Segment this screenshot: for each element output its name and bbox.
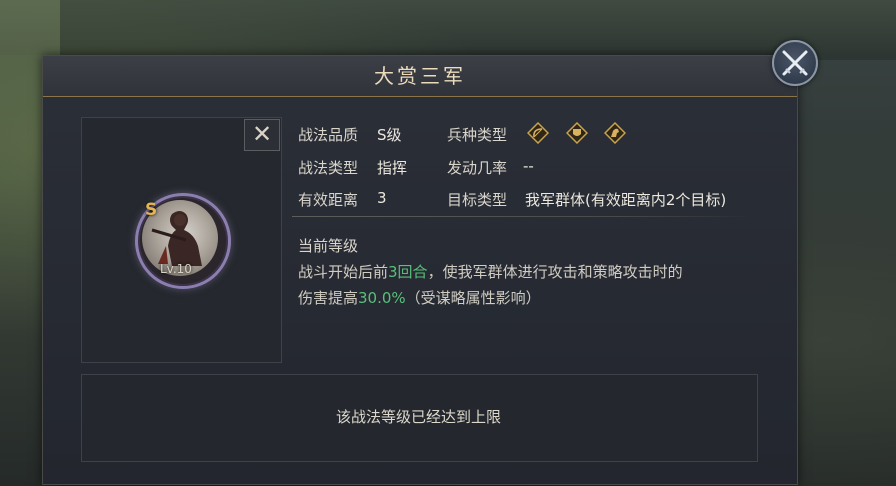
desc-text-3: 伤害提高 [298,289,359,307]
bow-icon [526,121,550,145]
shield-icon [565,121,589,145]
background-top [0,0,896,55]
range-value: 3 [377,189,387,207]
desc-highlight-percent: 30.0% [358,289,406,307]
background-right [796,60,896,480]
current-level-label: 当前等级 [298,237,359,255]
title-bar: 大赏三军 [43,56,797,97]
desc-text-4: （受谋略属性影响） [405,289,541,307]
quality-value: S级 [377,126,402,144]
divider [292,216,754,217]
troop-type-label: 兵种类型 [447,126,508,144]
range-label: 有效距离 [298,191,359,209]
target-type-value: 我军群体(有效距离内2个目标) [525,191,727,209]
close-dialog-button[interactable] [772,40,818,86]
close-icon[interactable]: ✕ [244,119,280,151]
dialog-title: 大赏三军 [374,64,466,88]
trigger-rate-label: 发动几率 [447,159,508,177]
trigger-rate-value: -- [523,157,534,175]
tactic-level: Lv.10 [160,262,192,276]
desc-text-1: 战斗开始后前 [298,263,389,281]
desc-text-2: ，使我军群体进行攻击和策略攻击时的 [427,263,683,281]
max-level-text: 该战法等级已经达到上限 [335,408,501,426]
tactic-type-value: 指挥 [377,159,408,177]
quality-label: 战法品质 [298,126,359,144]
tactic-type-label: 战法类型 [298,159,359,177]
desc-highlight-rounds: 3回合 [388,263,428,281]
crossed-swords-icon [782,50,808,76]
horse-icon [603,121,627,145]
target-type-label: 目标类型 [447,191,508,209]
tactic-grade: S [145,200,158,220]
effect-description: 战斗开始后前3回合，使我军群体进行攻击和策略攻击时的 伤害提高30.0%（受谋略… [298,259,768,311]
